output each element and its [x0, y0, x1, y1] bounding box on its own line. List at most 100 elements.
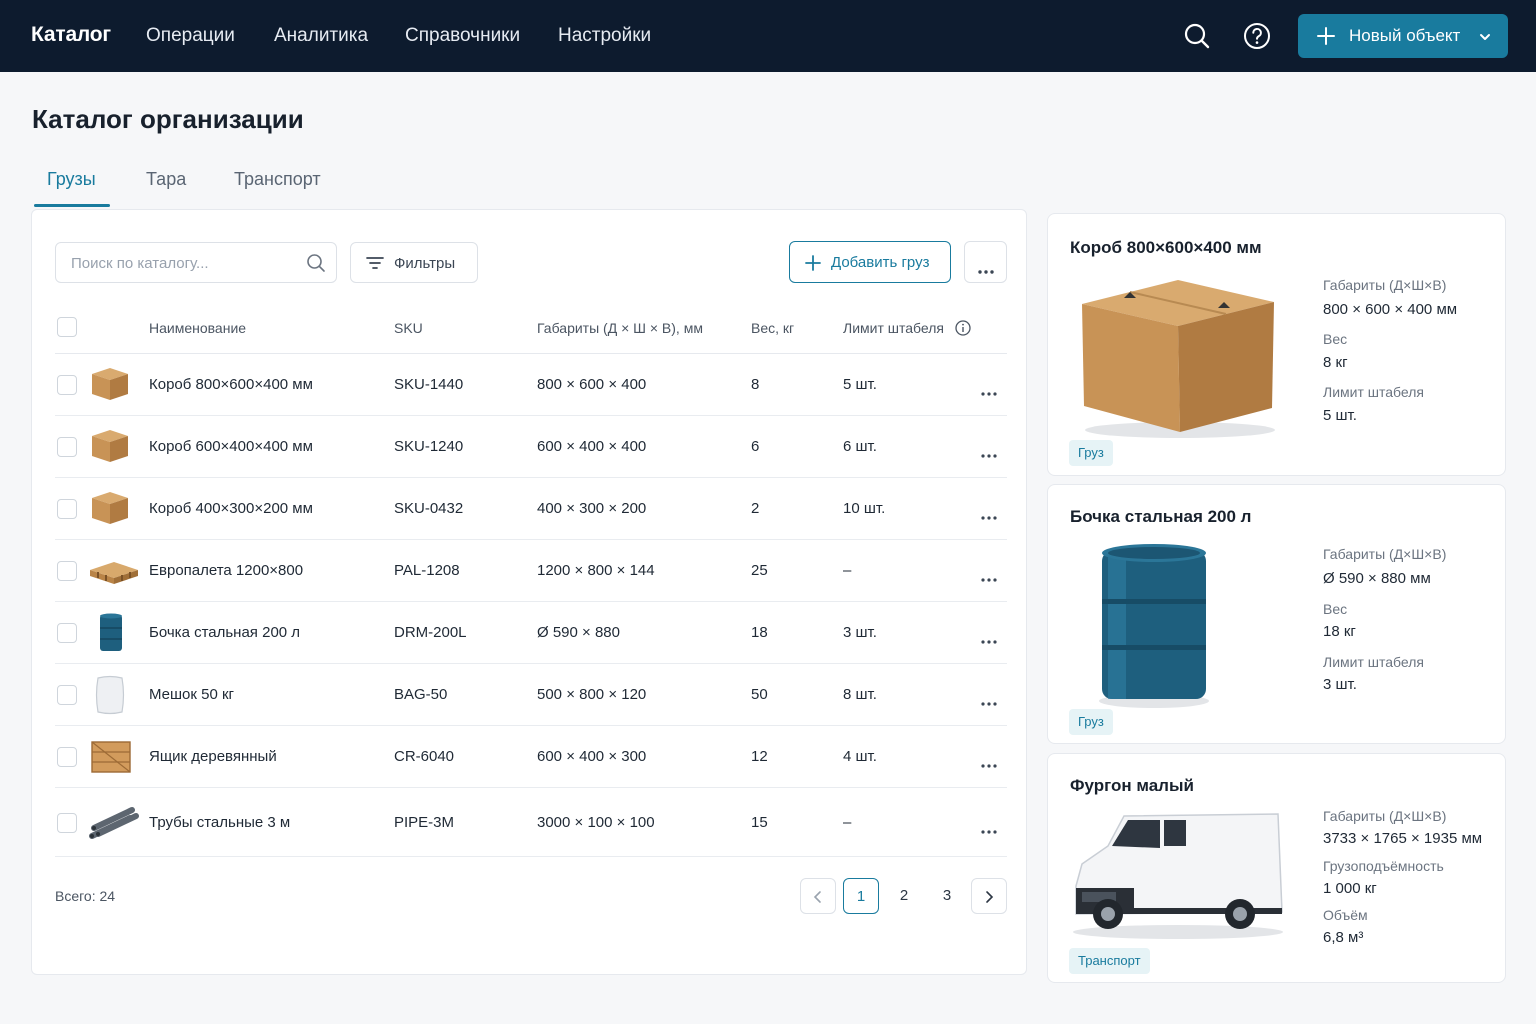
row-checkbox[interactable]: [57, 499, 77, 519]
row-checkbox[interactable]: [57, 623, 77, 643]
card-field-value: 8 кг: [1323, 354, 1348, 371]
info-icon[interactable]: [955, 320, 971, 341]
row-more-icon[interactable]: [980, 383, 998, 401]
cell-sku: PIPE-3M: [394, 814, 455, 831]
preview-card-drum[interactable]: Бочка стальная 200 л Габариты (Д×Ш×В) Ø …: [1047, 484, 1506, 744]
row-checkbox[interactable]: [57, 561, 77, 581]
cell-weight: 25: [751, 562, 768, 579]
cell-dimensions: 3000 × 100 × 100: [537, 814, 655, 831]
table-row[interactable]: Короб 400×300×200 мм SKU-0432 400 × 300 × …: [55, 478, 1007, 540]
pagination-prev-button[interactable]: [800, 878, 836, 914]
cell-stack-limit: 10 шт.: [843, 500, 886, 517]
cell-stack-limit: –: [843, 562, 852, 579]
add-cargo-button[interactable]: Добавить груз: [789, 241, 951, 283]
cell-weight: 8: [751, 376, 760, 393]
row-more-icon[interactable]: [980, 507, 998, 525]
cell-sku: SKU-0432: [394, 500, 464, 517]
card-field-value: 18 кг: [1323, 623, 1356, 640]
cell-name: Мешок 50 кг: [149, 686, 234, 703]
card-field-label: Грузоподъёмность: [1323, 858, 1444, 874]
select-all-checkbox[interactable]: [57, 317, 77, 337]
pagination-next-button[interactable]: [971, 878, 1007, 914]
search-icon: [306, 253, 326, 278]
row-more-icon[interactable]: [980, 631, 998, 649]
cell-stack-limit: 3 шт.: [843, 624, 877, 641]
tab-packaging[interactable]: Тара: [146, 169, 186, 190]
row-checkbox[interactable]: [57, 747, 77, 767]
new-object-button[interactable]: Новый объект: [1298, 14, 1508, 58]
cell-sku: SKU-1440: [394, 376, 464, 393]
table-row[interactable]: Европалета 1200×800 PAL-1208 1200 × 800 × …: [55, 540, 1007, 602]
van-image: [1068, 806, 1288, 946]
row-checkbox[interactable]: [57, 375, 77, 395]
page-title: Каталог организации: [32, 104, 304, 134]
card-field-value: Ø 590 × 880 мм: [1323, 570, 1431, 587]
cell-weight: 2: [751, 500, 760, 517]
cell-weight: 6: [751, 438, 760, 455]
preview-card-van[interactable]: Фургон малый Габариты (Д×Ш×В) 3733 × 176…: [1047, 753, 1506, 983]
cell-dimensions: 800 × 600 × 400: [537, 376, 647, 393]
row-checkbox[interactable]: [57, 813, 77, 833]
table-row[interactable]: Трубы стальные 3 м PIPE-3M 3000 × 100 × 10…: [55, 788, 1007, 857]
column-header-name[interactable]: Наименование: [149, 320, 246, 336]
cell-weight: 50: [751, 686, 768, 703]
card-field-label: Вес: [1323, 331, 1348, 347]
card-field-value: 6,8 м³: [1323, 929, 1364, 946]
card-field-value: 800 × 600 × 400 мм: [1323, 301, 1458, 318]
pagination-page-3[interactable]: 3: [929, 878, 965, 914]
row-more-icon[interactable]: [980, 569, 998, 587]
table-row[interactable]: Короб 800×600×400 мм SKU-1440 800 × 600 × …: [55, 354, 1007, 416]
more-actions-button[interactable]: [964, 241, 1007, 283]
preview-card-box[interactable]: Короб 800×600×400 мм Габариты (Д×Ш×В) 80…: [1047, 213, 1506, 476]
category-badge: Транспорт: [1069, 948, 1150, 974]
help-icon[interactable]: [1241, 20, 1273, 52]
column-header-weight[interactable]: Вес, кг: [751, 320, 794, 336]
column-header-sku[interactable]: SKU: [394, 320, 423, 336]
nav-item-settings[interactable]: Настройки: [558, 25, 651, 47]
cell-dimensions: Ø 590 × 880: [537, 624, 620, 641]
search-placeholder: Поиск по каталогу...: [71, 255, 209, 272]
nav-item-references[interactable]: Справочники: [405, 25, 520, 47]
search-input[interactable]: Поиск по каталогу...: [55, 242, 337, 283]
row-more-icon[interactable]: [980, 445, 998, 463]
cell-dimensions: 1200 × 800 × 144: [537, 562, 655, 579]
column-header-stack-limit[interactable]: Лимит штабеля: [843, 320, 944, 336]
pagination-page-1[interactable]: 1: [843, 878, 879, 914]
nav-item-analytics[interactable]: Аналитика: [274, 25, 368, 47]
table-row[interactable]: Мешок 50 кг BAG-50 500 × 800 × 120 50 8 шт.: [55, 664, 1007, 726]
cell-name: Бочка стальная 200 л: [149, 624, 301, 641]
table-row[interactable]: Бочка стальная 200 л DRM-200L Ø 590 × 880 1…: [55, 602, 1007, 664]
row-more-icon[interactable]: [980, 693, 998, 711]
app-brand[interactable]: Каталог: [31, 23, 111, 47]
cell-sku: PAL-1208: [394, 562, 460, 579]
cell-weight: 12: [751, 748, 768, 765]
card-field-label: Вес: [1323, 601, 1348, 617]
table-row[interactable]: Ящик деревянный CR-6040 600 × 400 × 300 12 4…: [55, 726, 1007, 788]
plus-icon: [804, 254, 822, 276]
filters-button[interactable]: Фильтры: [350, 242, 478, 283]
row-checkbox[interactable]: [57, 685, 77, 705]
row-more-icon[interactable]: [980, 821, 998, 839]
row-checkbox[interactable]: [57, 437, 77, 457]
card-field-value: 3733 × 1765 × 1935 мм: [1323, 830, 1483, 847]
card-title: Короб 800×600×400 мм: [1070, 238, 1262, 257]
cell-dimensions: 600 × 400 × 400: [537, 438, 647, 455]
table-row[interactable]: Короб 600×400×400 мм SKU-1240 600 × 400 × …: [55, 416, 1007, 478]
cell-stack-limit: –: [843, 814, 852, 831]
column-header-dimensions[interactable]: Габариты (Д × Ш × В), мм: [537, 320, 703, 336]
card-field-label: Габариты (Д×Ш×В): [1323, 546, 1447, 562]
nav-item-operations[interactable]: Операции: [146, 25, 235, 47]
search-icon[interactable]: [1181, 20, 1213, 52]
crate-icon: [88, 736, 134, 781]
pagination-page-2[interactable]: 2: [886, 878, 922, 914]
total-count: Всего: 24: [55, 888, 116, 904]
cell-name: Короб 600×400×400 мм: [149, 438, 313, 455]
row-more-icon[interactable]: [980, 755, 998, 773]
filters-label: Фильтры: [394, 255, 456, 272]
tab-cargo[interactable]: Грузы: [47, 169, 96, 190]
cell-sku: DRM-200L: [394, 624, 467, 641]
cell-sku: CR-6040: [394, 748, 455, 765]
category-badge: Груз: [1069, 709, 1113, 735]
card-field-label: Габариты (Д×Ш×В): [1323, 808, 1447, 824]
tab-transport[interactable]: Транспорт: [234, 169, 321, 190]
